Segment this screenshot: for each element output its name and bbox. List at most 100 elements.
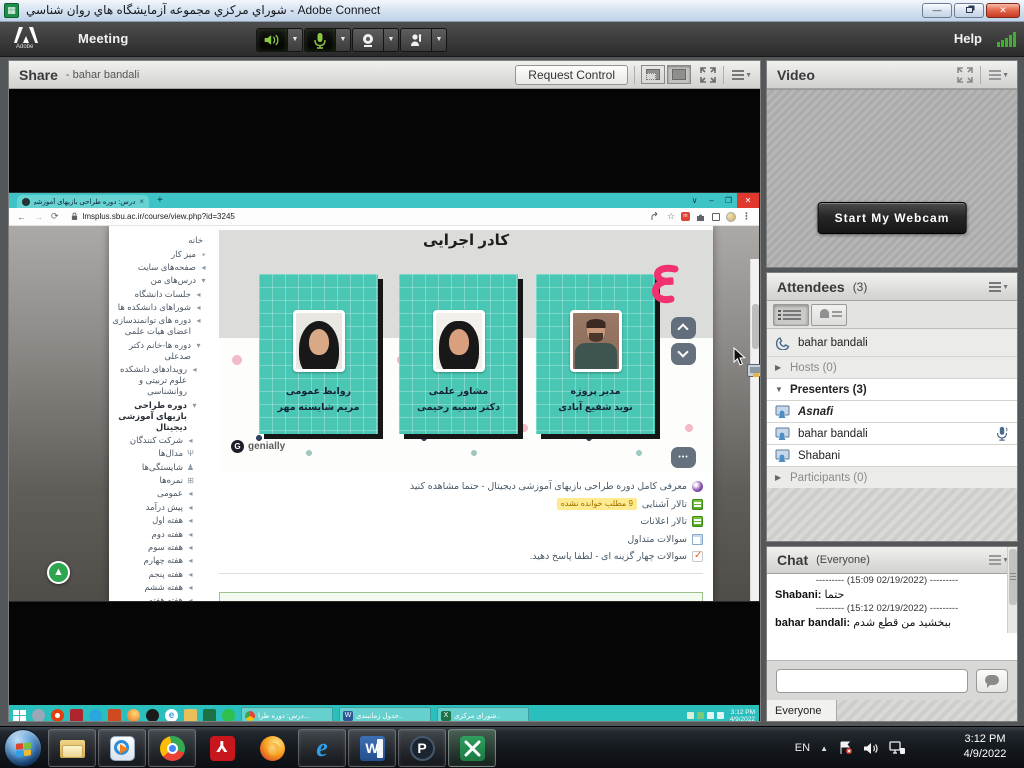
course-activity-row[interactable]: تالار آشنایی 9 مطلب خوانده نشده: [219, 496, 703, 514]
sidebar-item[interactable]: ◂ شرکت کنندگان: [111, 434, 215, 447]
view-original-size-button[interactable]: [641, 65, 665, 84]
attendee-row-asnafi[interactable]: Asnafi: [767, 401, 1017, 423]
sidebar-item[interactable]: ◂ هفته پنجم: [111, 568, 215, 581]
extension-badge-icon[interactable]: m: [681, 212, 690, 221]
status-button[interactable]: [400, 28, 432, 52]
sidebar-item-label[interactable]: دوره طراحی بازیهای آموزشی دیجیتال: [111, 400, 187, 433]
participants-section-header[interactable]: ▶Participants (0): [767, 467, 1017, 489]
sidebar-item-label[interactable]: خانه: [188, 235, 203, 246]
attendee-row-shabani[interactable]: Shabani: [767, 445, 1017, 467]
view-fit-page-button[interactable]: [667, 65, 691, 84]
sidebar-item-label[interactable]: درس‌های من: [151, 275, 196, 286]
whatsapp-icon[interactable]: [222, 709, 235, 721]
red-m-app-icon[interactable]: [70, 709, 83, 721]
tab-close-icon[interactable]: ×: [139, 197, 144, 206]
taskbar-firefox-button[interactable]: [248, 729, 296, 767]
sidebar-item-label[interactable]: هفته اول: [152, 515, 183, 526]
sidebar-item-label[interactable]: پیش درآمد: [146, 502, 183, 513]
sidebar-item[interactable]: ⊞ نمره‌ها: [111, 474, 215, 487]
video-fullscreen-icon[interactable]: [956, 66, 974, 84]
browser-close-button[interactable]: ✕: [737, 193, 759, 208]
sidebar-item-label[interactable]: هفته ششم: [144, 582, 183, 593]
sidebar-item[interactable]: ◂ هفته هفتم: [111, 594, 215, 601]
chat-tab-everyone[interactable]: Everyone: [767, 700, 837, 721]
recorder-icon[interactable]: [51, 709, 64, 721]
side-panel-icon[interactable]: [712, 213, 720, 221]
presenters-section-header[interactable]: ▼Presenters (3): [767, 379, 1017, 401]
tray-expand-icon[interactable]: ▲: [820, 744, 828, 753]
sidebar-item[interactable]: خانه: [111, 234, 215, 247]
dark-app-icon[interactable]: [146, 709, 159, 721]
taskbar-word-button[interactable]: W: [348, 729, 396, 767]
browser-restore-button[interactable]: ❒: [720, 196, 737, 205]
meeting-menu[interactable]: Meeting: [78, 31, 129, 46]
sidebar-item-label[interactable]: میز کار: [171, 249, 196, 260]
sidebar-item[interactable]: ◂ صفحه‌های سایت: [111, 261, 215, 274]
webcam-options-caret[interactable]: ▼: [384, 28, 399, 52]
activity-label[interactable]: تالار آشنایی: [642, 499, 687, 510]
shared-system-tray[interactable]: 3:12 PM 4/9/2022: [687, 709, 755, 722]
sidebar-item[interactable]: ◂ هفته سوم: [111, 541, 215, 554]
sidebar-item[interactable]: ▾ دوره ها-خانم دکتر صدعلی: [111, 339, 215, 363]
snip-tool-icon[interactable]: [32, 709, 45, 721]
attendee-list-view-button[interactable]: [773, 304, 809, 326]
course-activity-row[interactable]: سوالات متداول: [219, 531, 703, 549]
task-button-excel[interactable]: X ..شورای مرکزی: [437, 707, 529, 721]
microphone-button[interactable]: [304, 28, 336, 52]
taskbar-acrobat-button[interactable]: ⅄: [198, 729, 246, 767]
shared-start-icon[interactable]: [13, 710, 26, 722]
attendee-row-bahar[interactable]: bahar bandali: [767, 423, 1017, 445]
chat-pod-menu-icon[interactable]: ▼: [987, 551, 1009, 569]
sidebar-item[interactable]: ◂ هفته ششم: [111, 581, 215, 594]
powerpoint-icon[interactable]: [108, 709, 121, 721]
browser-menu-icon[interactable]: ⋮: [742, 211, 751, 222]
sidebar-item[interactable]: Ψ مدال‌ها: [111, 447, 215, 460]
chat-send-button[interactable]: [976, 669, 1008, 693]
sidebar-item[interactable]: ▾ دوره طراحی بازیهای آموزشی دیجیتال: [111, 398, 215, 433]
forward-icon[interactable]: →: [34, 212, 43, 222]
share-pod-menu-icon[interactable]: ▼: [730, 66, 752, 84]
minimize-button[interactable]: —: [922, 3, 952, 18]
attendees-pod-menu-icon[interactable]: ▼: [987, 278, 1009, 296]
sidebar-item[interactable]: ◂ عمومی: [111, 487, 215, 500]
language-indicator[interactable]: EN: [795, 742, 810, 754]
restore-button[interactable]: [954, 3, 984, 18]
sidebar-item-label[interactable]: رویدادهای دانشکده علوم تربیتی و روانشناس…: [111, 364, 187, 397]
connection-signal-icon[interactable]: [997, 32, 1016, 47]
sidebar-item-label[interactable]: هفته دوم: [152, 529, 183, 540]
microphone-options-caret[interactable]: ▼: [336, 28, 351, 52]
sidebar-item[interactable]: ♟ شایستگی‌ها: [111, 461, 215, 474]
status-options-caret[interactable]: ▼: [432, 28, 447, 52]
speaker-button[interactable]: [256, 28, 288, 52]
activity-label[interactable]: معرفی کامل دوره طراحی بازیهای آموزشی دیج…: [410, 481, 687, 492]
share-page-icon[interactable]: [651, 212, 661, 221]
sidebar-item-label[interactable]: مدال‌ها: [158, 448, 183, 459]
webcam-button[interactable]: [352, 28, 384, 52]
scrollbar-thumb[interactable]: [752, 304, 759, 349]
sidebar-item-label[interactable]: شایستگی‌ها: [142, 462, 183, 473]
taskbar-clock[interactable]: 3:12 PM 4/9/2022: [954, 732, 1016, 762]
sidebar-item-label[interactable]: عمومی: [157, 488, 183, 499]
page-scrollbar[interactable]: [750, 259, 759, 601]
sidebar-item-label[interactable]: دوره های توانمندسازی اعضای هیات علمی: [111, 315, 191, 337]
close-button[interactable]: ✕: [986, 3, 1020, 18]
new-tab-button[interactable]: +: [157, 195, 163, 206]
sidebar-item[interactable]: ▾ درس‌های من: [111, 274, 215, 287]
back-icon[interactable]: ←: [17, 212, 26, 222]
browser-minimize-button[interactable]: –: [703, 196, 720, 205]
sidebar-item-label[interactable]: هفته هفتم: [148, 595, 183, 601]
speaker-options-caret[interactable]: ▼: [288, 28, 303, 52]
attendee-card-view-button[interactable]: [811, 304, 847, 326]
extensions-puzzle-icon[interactable]: [696, 212, 706, 222]
taskbar-explorer-button[interactable]: [48, 729, 96, 767]
sidebar-item[interactable]: ◂ شوراهای دانشکده ها: [111, 301, 215, 314]
fullscreen-icon[interactable]: [699, 66, 717, 84]
start-webcam-button[interactable]: Start My Webcam: [818, 202, 967, 234]
activity-label[interactable]: سوالات متداول: [627, 534, 687, 545]
firefox-icon[interactable]: [127, 709, 140, 721]
sidebar-item-label[interactable]: هفته چهارم: [144, 555, 183, 566]
slide-prev-button[interactable]: [671, 317, 696, 339]
sidebar-item-label[interactable]: شرکت کنندگان: [130, 435, 183, 446]
help-menu[interactable]: Help: [954, 31, 982, 46]
reload-icon[interactable]: ⟳: [51, 211, 59, 222]
